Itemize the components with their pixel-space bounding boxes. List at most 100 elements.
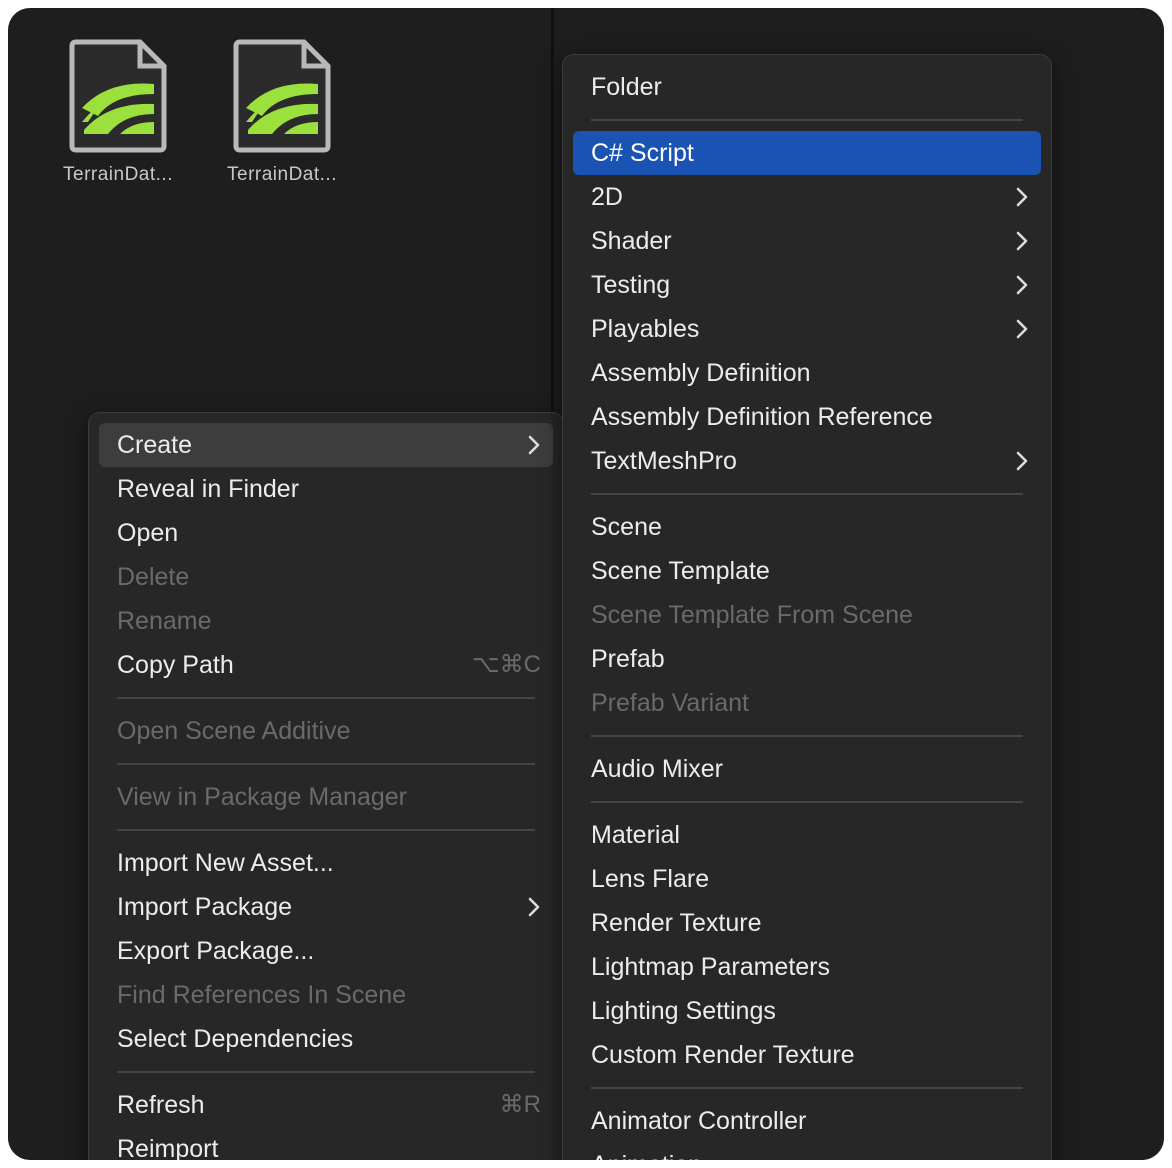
asset-terrain-data-1[interactable]: TerrainDat...	[54, 38, 182, 186]
context-menu-item-view-in-package-manager: View in Package Manager	[99, 775, 553, 819]
create-menu-item-render-texture[interactable]: Render Texture	[573, 901, 1041, 945]
create-menu-item-playables[interactable]: Playables	[573, 307, 1041, 351]
context-menu-item-import-new-asset[interactable]: Import New Asset...	[99, 841, 553, 885]
create-menu-item-textmeshpro[interactable]: TextMeshPro	[573, 439, 1041, 483]
asset-label: TerrainDat...	[227, 164, 337, 185]
create-menu-item-lens-flare[interactable]: Lens Flare	[573, 857, 1041, 901]
context-menu-item-export-package[interactable]: Export Package...	[99, 929, 553, 973]
menu-item-label: C# Script	[591, 139, 694, 167]
asset-terrain-data-2[interactable]: TerrainDat...	[218, 38, 346, 186]
keyboard-shortcut: ⌘R	[499, 1091, 541, 1118]
menu-item-label: Assembly Definition	[591, 359, 811, 387]
context-menu-item-copy-path[interactable]: Copy Path ⌥⌘C	[99, 643, 553, 687]
terrain-data-icon	[233, 39, 331, 153]
chevron-right-icon	[1015, 263, 1029, 307]
menu-item-label: Open Scene Additive	[117, 717, 351, 745]
create-menu-item-lighting-settings[interactable]: Lighting Settings	[573, 989, 1041, 1033]
terrain-data-icon	[69, 39, 167, 153]
menu-separator	[591, 1087, 1023, 1089]
chevron-right-icon	[1015, 219, 1029, 263]
create-menu-item-scene-template-from-scene: Scene Template From Scene	[573, 593, 1041, 637]
create-menu-item-testing[interactable]: Testing	[573, 263, 1041, 307]
context-menu-item-open[interactable]: Open	[99, 511, 553, 555]
menu-item-label: Folder	[591, 73, 662, 101]
chevron-right-icon	[1015, 175, 1029, 219]
menu-item-label: TextMeshPro	[591, 447, 737, 475]
create-menu-item-prefab-variant: Prefab Variant	[573, 681, 1041, 725]
menu-item-label: Export Package...	[117, 937, 315, 965]
menu-separator	[117, 829, 535, 831]
menu-item-label: Refresh	[117, 1091, 205, 1119]
menu-padding	[563, 55, 1051, 65]
menu-item-label: Playables	[591, 315, 700, 343]
menu-item-label: Rename	[117, 607, 212, 635]
create-menu-item-prefab[interactable]: Prefab	[573, 637, 1041, 681]
context-menu-item-select-dependencies[interactable]: Select Dependencies	[99, 1017, 553, 1061]
create-submenu: Folder C# Script 2D Shader Testing Playables A…	[562, 54, 1052, 1160]
menu-item-label: Select Dependencies	[117, 1025, 354, 1053]
context-menu-item-refresh[interactable]: Refresh ⌘R	[99, 1083, 553, 1127]
menu-item-label: Create	[117, 431, 193, 459]
project-window: TerrainDat... TerrainDat... Create Reveal…	[8, 8, 1164, 1160]
menu-item-label: Testing	[591, 271, 671, 299]
menu-separator	[591, 801, 1023, 803]
asset-label: TerrainDat...	[63, 164, 173, 185]
menu-item-label: Prefab Variant	[591, 689, 749, 717]
menu-item-label: Import New Asset...	[117, 849, 334, 877]
menu-item-label: Render Texture	[591, 909, 762, 937]
create-menu-item-custom-render-texture[interactable]: Custom Render Texture	[573, 1033, 1041, 1077]
context-menu-item-import-package[interactable]: Import Package	[99, 885, 553, 929]
menu-separator	[117, 1071, 535, 1073]
menu-item-label: Scene Template From Scene	[591, 601, 913, 629]
menu-item-label: Find References In Scene	[117, 981, 407, 1009]
menu-item-label: Custom Render Texture	[591, 1041, 855, 1069]
menu-separator	[117, 763, 535, 765]
menu-separator	[591, 735, 1023, 737]
chevron-right-icon	[527, 423, 541, 467]
menu-item-label: Reveal in Finder	[117, 475, 300, 503]
menu-item-label: Delete	[117, 563, 190, 591]
context-menu: Create Reveal in Finder Open Delete Rename Co…	[88, 412, 564, 1160]
panel-divider[interactable]	[551, 8, 554, 428]
menu-separator	[591, 493, 1023, 495]
create-menu-item-folder[interactable]: Folder	[573, 65, 1041, 109]
chevron-right-icon	[527, 885, 541, 929]
create-menu-item-scene-template[interactable]: Scene Template	[573, 549, 1041, 593]
menu-item-label: Animation	[591, 1151, 702, 1160]
context-menu-item-reimport[interactable]: Reimport	[99, 1127, 553, 1160]
menu-item-label: Import Package	[117, 893, 293, 921]
context-menu-item-create[interactable]: Create	[99, 423, 553, 467]
context-menu-item-find-references-in-scene: Find References In Scene	[99, 973, 553, 1017]
menu-item-label: Scene	[591, 513, 662, 541]
menu-item-label: Reimport	[117, 1135, 219, 1160]
menu-separator	[591, 119, 1023, 121]
create-menu-item-c-script[interactable]: C# Script	[573, 131, 1041, 175]
create-menu-item-animator-controller[interactable]: Animator Controller	[573, 1099, 1041, 1143]
menu-separator	[117, 697, 535, 699]
create-menu-item-audio-mixer[interactable]: Audio Mixer	[573, 747, 1041, 791]
menu-item-label: Prefab	[591, 645, 665, 673]
context-menu-item-open-scene-additive: Open Scene Additive	[99, 709, 553, 753]
create-menu-item-2d[interactable]: 2D	[573, 175, 1041, 219]
context-menu-item-rename: Rename	[99, 599, 553, 643]
menu-item-label: Copy Path	[117, 651, 234, 679]
chevron-right-icon	[1015, 439, 1029, 483]
menu-item-label: 2D	[591, 183, 623, 211]
create-menu-item-animation[interactable]: Animation	[573, 1143, 1041, 1160]
menu-item-label: Lighting Settings	[591, 997, 776, 1025]
context-menu-item-reveal-in-finder[interactable]: Reveal in Finder	[99, 467, 553, 511]
menu-item-label: View in Package Manager	[117, 783, 407, 811]
menu-item-label: Material	[591, 821, 680, 849]
create-menu-item-assembly-definition-reference[interactable]: Assembly Definition Reference	[573, 395, 1041, 439]
create-menu-item-material[interactable]: Material	[573, 813, 1041, 857]
create-menu-item-lightmap-parameters[interactable]: Lightmap Parameters	[573, 945, 1041, 989]
menu-padding	[89, 413, 563, 423]
create-menu-item-shader[interactable]: Shader	[573, 219, 1041, 263]
menu-item-label: Lightmap Parameters	[591, 953, 831, 981]
create-menu-item-scene[interactable]: Scene	[573, 505, 1041, 549]
menu-item-label: Shader	[591, 227, 672, 255]
menu-item-label: Lens Flare	[591, 865, 710, 893]
create-menu-item-assembly-definition[interactable]: Assembly Definition	[573, 351, 1041, 395]
context-menu-item-delete: Delete	[99, 555, 553, 599]
menu-item-label: Audio Mixer	[591, 755, 723, 783]
